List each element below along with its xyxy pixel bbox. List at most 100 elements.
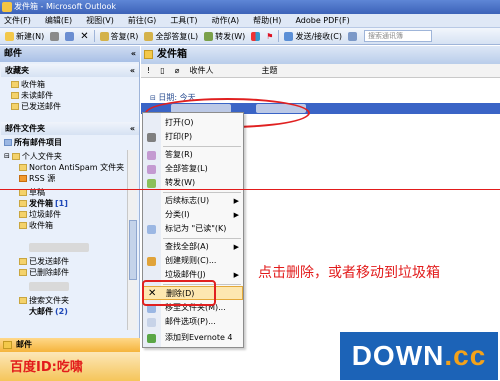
menu-create-rule[interactable]: 创建规则(C)... <box>143 254 243 268</box>
favorites-header[interactable]: 收藏夹 « <box>1 64 139 77</box>
menu-tools[interactable]: 工具(T) <box>170 15 197 26</box>
search-folders[interactable]: 搜索文件夹 <box>19 295 139 306</box>
send-receive-button[interactable]: 发送/接收(C) <box>281 29 345 43</box>
menu-actions[interactable]: 动作(A) <box>211 15 239 26</box>
attachment-column-icon[interactable]: ⌀ <box>175 66 180 75</box>
logo-main-text: DOWN <box>351 340 445 371</box>
favorite-unread[interactable]: 未读邮件 <box>11 90 139 101</box>
personal-folders[interactable]: ⊟ 个人文件夹 <box>4 151 139 162</box>
menu-find-all[interactable]: 查找全部(A) ▶ <box>143 240 243 254</box>
options-icon <box>147 318 156 327</box>
folder-label: Norton AntiSpam 文件夹 <box>29 163 125 172</box>
importance-column-icon[interactable]: ! <box>147 66 150 75</box>
mail-folders-label: 邮件文件夹 <box>5 124 45 133</box>
evernote-icon <box>147 334 156 343</box>
menu-file[interactable]: 文件(F) <box>4 15 31 26</box>
collapse-icon[interactable]: « <box>130 64 135 77</box>
menu-label: 后续标志(U) <box>165 196 210 205</box>
menu-add-evernote[interactable]: 添加到Evernote 4 <box>143 331 243 345</box>
window-title-bar: 发件箱 - Microsoft Outlook <box>0 0 500 14</box>
menu-go[interactable]: 前往(G) <box>128 15 156 26</box>
menu-open[interactable]: 打开(O) <box>143 116 243 130</box>
address-book-button[interactable] <box>345 29 360 43</box>
address-book-search[interactable]: 搜索通讯簿 <box>364 30 432 42</box>
flag-button[interactable]: ⚑ <box>263 29 276 43</box>
column-subject[interactable]: 主题 <box>261 65 277 76</box>
collapse-icon[interactable]: « <box>130 122 135 135</box>
column-from[interactable]: 收件人 <box>189 65 213 76</box>
submenu-arrow-icon: ▶ <box>233 197 239 205</box>
menu-reply-all[interactable]: 全部答复(L) <box>143 162 243 176</box>
menu-label: 查找全部(A) <box>165 242 209 251</box>
reply-icon <box>147 151 156 160</box>
categorize-button[interactable] <box>248 29 263 43</box>
mail-folders-header[interactable]: 邮件文件夹 « <box>1 122 139 135</box>
folder-label: 已发送邮件 <box>29 257 69 266</box>
menu-label: 邮件选项(P)... <box>165 317 216 326</box>
new-button-label: 新建(N) <box>16 31 45 41</box>
reply-button[interactable]: 答复(R) <box>97 29 142 43</box>
menu-mark-read[interactable]: 标记为 "已读"(K) <box>143 222 243 236</box>
redacted-folders <box>29 243 89 252</box>
folder-norton[interactable]: Norton AntiSpam 文件夹 <box>19 162 139 173</box>
collapse-group-icon[interactable]: ⊟ <box>150 94 156 102</box>
scrollbar-thumb[interactable] <box>129 220 137 280</box>
delete-icon: ✕ <box>80 30 89 42</box>
folder-icon <box>19 164 27 171</box>
mail-button-label: 邮件 <box>16 340 32 349</box>
menu-view[interactable]: 视图(V) <box>86 15 114 26</box>
favorite-label: 已发送邮件 <box>21 102 61 111</box>
menu-categorize[interactable]: 分类(I) ▶ <box>143 208 243 222</box>
menu-forward[interactable]: 转发(W) <box>143 176 243 190</box>
menu-edit[interactable]: 编辑(E) <box>45 15 72 26</box>
reply-all-button[interactable]: 全部答复(L) <box>141 29 201 43</box>
collapse-pane-icon[interactable]: « <box>131 46 136 62</box>
menu-adobe-pdf[interactable]: Adobe PDF(F) <box>295 16 349 25</box>
inbox-icon <box>19 222 27 229</box>
folder-outbox[interactable]: 发件箱 [1] <box>19 198 139 209</box>
menu-label: 创建规则(C)... <box>165 256 217 265</box>
menu-message-options[interactable]: 邮件选项(P)... <box>143 315 243 329</box>
menu-follow-up[interactable]: 后续标志(U) ▶ <box>143 194 243 208</box>
type-column-icon[interactable]: ▯ <box>160 66 164 75</box>
submenu-arrow-icon: ▶ <box>233 211 239 219</box>
outbox-icon <box>144 50 153 59</box>
menu-label: 打印(P) <box>165 132 193 141</box>
all-mail-items[interactable]: 所有邮件项目 <box>4 137 139 148</box>
menu-print[interactable]: 打印(P) <box>143 130 243 144</box>
favorite-label: 未读邮件 <box>21 91 53 100</box>
deleted-icon <box>19 269 27 276</box>
menu-reply[interactable]: 答复(R) <box>143 148 243 162</box>
move-icon <box>65 31 75 41</box>
menu-label: 转发(W) <box>165 178 196 187</box>
rss-icon <box>19 175 27 182</box>
folder-deleted[interactable]: 已删除邮件 <box>19 267 139 278</box>
folder-rss[interactable]: RSS 源 <box>19 173 139 184</box>
reply-button-label: 答复(R) <box>110 31 139 41</box>
redacted-folders <box>29 282 69 291</box>
favorite-inbox[interactable]: 收件箱 <box>11 79 139 90</box>
folder-label: 垃圾邮件 <box>29 210 61 219</box>
delete-button[interactable]: ✕ <box>77 29 91 43</box>
folder-sent[interactable]: 已发送邮件 <box>19 256 139 267</box>
reply-all-icon <box>147 165 156 174</box>
menu-help[interactable]: 帮助(H) <box>253 15 281 26</box>
nav-title-label: 邮件 <box>4 49 23 59</box>
favorite-label: 收件箱 <box>21 80 45 89</box>
reply-all-icon <box>144 31 154 41</box>
toolbar-divider <box>278 30 280 42</box>
print-button[interactable] <box>47 29 62 43</box>
junk-icon <box>19 211 27 218</box>
move-button[interactable] <box>62 29 77 43</box>
folder-junk[interactable]: 垃圾邮件 <box>19 209 139 220</box>
nav-scrollbar[interactable] <box>127 150 137 330</box>
new-button[interactable]: 新建(N) <box>2 29 47 43</box>
folder-large-mail[interactable]: 大邮件 (2) <box>19 306 139 317</box>
menu-separator <box>163 238 241 239</box>
mail-button[interactable]: 邮件 <box>0 338 140 352</box>
forward-button[interactable]: 转发(W) <box>201 29 248 43</box>
favorite-sent[interactable]: 已发送邮件 <box>11 101 139 112</box>
collapse-tree-icon[interactable]: ⊟ <box>4 151 10 162</box>
folder-inbox[interactable]: 收件箱 <box>19 220 139 231</box>
annotation-highlight-box <box>142 280 216 306</box>
